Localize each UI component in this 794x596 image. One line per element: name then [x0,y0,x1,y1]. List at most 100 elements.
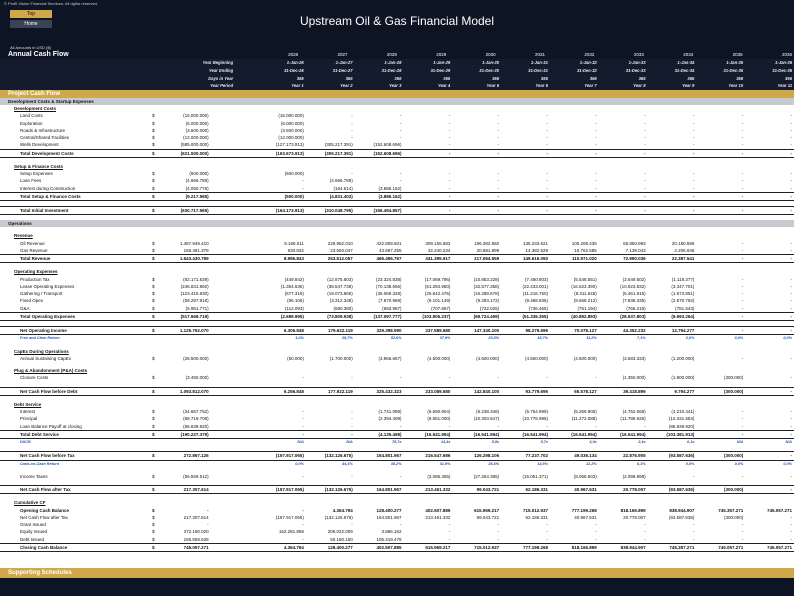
year-value-cell: (152.608.696) [373,150,402,156]
year-value-cell: (16.541.994) [571,431,597,437]
year-value-cell: - [692,120,695,126]
year-value-cell: - [790,313,793,319]
row-total-cell: (68.719.708) [183,416,209,422]
year-value-cell: (103.381.913) [666,431,695,437]
year-value-cell: (1.119.377) [671,276,695,282]
year-value-cell: - [302,423,304,429]
row-label: Fixed Opex [20,298,44,304]
year-header-cell: 2028 [386,52,397,57]
year-value-cell: 745.057.271 [767,507,793,513]
timeline-cell: 31-Dec-34 [674,67,695,73]
year-value-cell: 196.382.860 [474,240,500,246]
year-value-cell: (693.987) [382,305,402,311]
year-value-cell: 6.306.848 [283,328,304,334]
year-value-cell: 341.395.917 [425,256,451,262]
year-value-cell: (305.217.391) [324,142,353,148]
year-value-cell: 329.398.990 [376,328,402,334]
table-row: Interest during Construction $ (4.050.776)… [0,185,794,192]
year-value-cell: - [692,171,695,177]
row-label: Development Costs [14,106,57,112]
year-value-cell: - [448,120,451,126]
year-value-cell: - [351,522,353,528]
year-value-cell: (157.917.065) [275,514,304,520]
year-value-cell: - [692,522,695,528]
currency-cell [148,461,158,468]
row-gap [213,240,257,247]
year-value-cell: 4.364.794 [332,507,353,513]
ratio-row: DSCR N/A N/A 78,7x 14,4x 8,8x 5,7x 4,0x 2,4x 0,1x… [0,439,794,446]
row-label: Debt Service [14,401,42,407]
total-row: Total Development Costs $ (621.500.000) (16… [0,148,794,158]
timeline-cell: 1-Jan-32 [579,60,597,65]
year-value-cell: - [302,185,304,191]
timeline-cell: Year 9 [681,83,695,89]
year-value-cell: (300.000) [723,453,744,459]
group-header-row: Cumulative CF [0,499,794,506]
row-label: Loan Fees [20,178,42,184]
year-value-cell: (69.724.459) [473,313,500,319]
year-value-cell: - [595,171,597,177]
total-row: Net Operating Income $1.125.762.070 6.306.… [0,326,794,336]
timeline-cell: 1-Jan-28 [384,60,402,65]
year-value-cell: 128.400.277 [327,544,353,550]
year-value-cell: - [546,113,548,119]
row-total-cell: (630.717.565) [180,208,209,214]
year-value-cell: 715.012.937 [522,507,548,513]
row-label: Free and Clear Return [20,336,60,341]
table-row: Central/Shared Facilities $ (12.000.000) (1… [0,134,794,141]
year-value-cell: (3.500.000) [280,127,304,133]
year-value-cell: 4.364.794 [283,544,304,550]
year-value-cell: (2.394.409) [378,416,402,422]
group-header-row: Operating Expenses [0,268,794,275]
year-value-cell: 466.496.767 [376,256,402,262]
table-row: Roads & Infrastructure $ (3.500.000) (3.500… [0,127,794,134]
currency-cell: $ [152,247,155,253]
year-value-cell: - [741,355,744,361]
year-value-cell: 7.139.043 [625,247,646,253]
table-row: Interest $ (34.667.752) - - (1.741.089) (6.690… [0,408,794,415]
year-value-cell: 325.432.323 [376,388,402,394]
year-value-cell: - [546,120,548,126]
year-value-cell: - [595,113,597,119]
copyright-text: © Profit Vision Financial Services. All … [4,1,99,6]
year-value-cell: 14.382.529 [525,247,548,253]
year-value-cell: (132.126.675) [324,487,353,493]
year-value-cell: 20.778.007 [623,514,646,520]
row-gap [213,313,257,320]
year-value-cell: - [644,113,646,119]
supporting-schedules-bar: Supporting Schedules [0,568,794,578]
year-value-cell: - [448,113,451,119]
year-value-cell: - [790,240,793,246]
year-value-cell: 2,0% [685,336,695,341]
timeline-row: Year Period Year 1 Year 2 Year 3 Year 4 Year … [0,82,794,91]
year-value-cell: - [595,142,597,148]
year-value-cell: - [497,135,500,141]
year-value-cell: (12.331.553) [668,416,695,422]
year-value-cell: (3.086.355) [427,473,451,479]
row-label: Roads & Infrastructure [20,127,66,133]
year-value-cell: - [400,423,402,429]
timeline-cell: 366 [394,75,402,81]
year-value-cell: 838.944.907 [669,507,695,513]
row-gap [213,283,257,290]
year-value-cell: 745.057.271 [767,544,793,550]
year-value-cell: (9.101.149) [427,298,451,304]
year-value-cell: - [595,208,597,214]
currency-cell: $ [152,127,155,133]
year-value-cell: - [644,171,646,177]
year-value-cell: - [448,135,451,141]
year-value-cell: - [790,355,793,361]
currency-cell [148,335,158,342]
year-value-cell: 10.762.585 [574,247,597,253]
year-value-cell: 20.180.596 [671,240,695,246]
timeline-cell: 31-Dec-33 [625,67,646,73]
year-value-cell: - [790,208,793,214]
year-value-cell: 77.237.702 [525,453,548,459]
year-value-cell: - [351,171,353,177]
year-value-cell: 12.794.277 [671,328,695,334]
year-value-cell: - [692,127,695,133]
table-row: Debt Issued $155.559.628 - 50.180.150 105.41… [0,536,794,543]
currency-cell: $ [152,208,155,214]
currency-cell: $ [152,150,155,156]
currency-cell: $ [152,431,155,437]
